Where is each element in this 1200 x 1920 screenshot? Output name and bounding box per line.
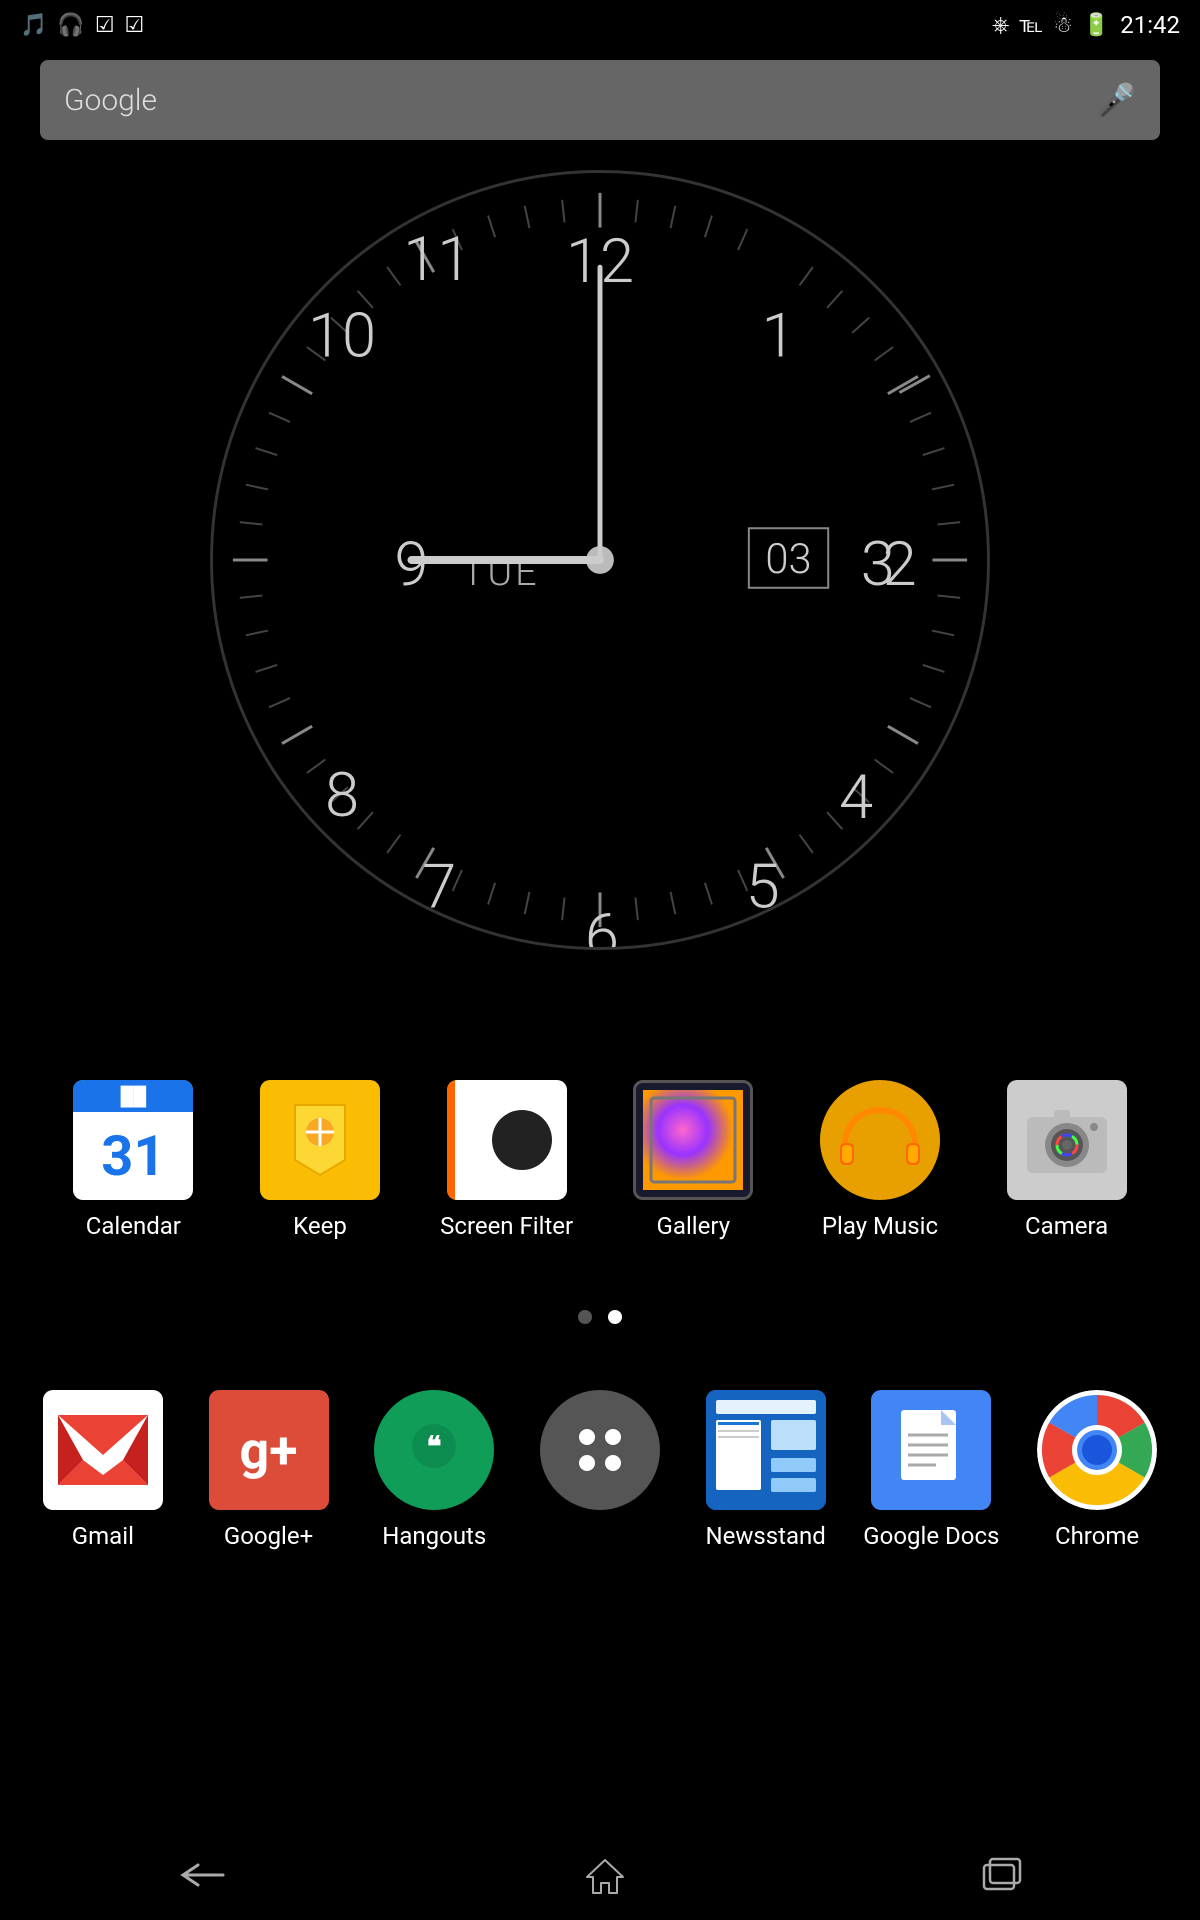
gplus-icon: g+: [209, 1390, 329, 1510]
screen-filter-icon: [447, 1080, 567, 1200]
svg-text:7: 7: [422, 851, 456, 923]
launcher-dots: [557, 1407, 643, 1493]
status-bar: 🎵 🎧 ☑ ☑ ‭⎈ ℡ ☃ 🔋 21:42: [0, 0, 1200, 50]
calendar-icon: ██ 31: [73, 1080, 193, 1200]
gmail-icon: [43, 1390, 163, 1510]
wifi-icon: ℡: [1019, 13, 1043, 38]
dock-gmail[interactable]: Gmail: [28, 1390, 178, 1550]
calendar-date: 31: [73, 1112, 193, 1200]
dot-1: [579, 1429, 595, 1445]
back-button[interactable]: [178, 1860, 228, 1890]
chrome-icon: [1037, 1390, 1157, 1510]
music-notification-icon: 🎵: [20, 13, 47, 38]
camera-label: Camera: [1025, 1212, 1108, 1240]
camera-icon: [1007, 1080, 1127, 1200]
launcher-label: ·: [597, 1522, 603, 1550]
hangouts-icon: ❝: [374, 1390, 494, 1510]
filter-circle: [492, 1110, 552, 1170]
status-icons-right: ‭⎈ ℡ ☃ 🔋 21:42: [992, 11, 1180, 39]
hangouts-label: Hangouts: [382, 1522, 486, 1550]
svg-text:4: 4: [839, 762, 873, 834]
gallery-icon: [633, 1080, 753, 1200]
app-camera[interactable]: Camera: [992, 1080, 1142, 1240]
play-music-label: Play Music: [822, 1212, 938, 1240]
calendar-header: ██: [73, 1080, 193, 1112]
orange-stripe: [447, 1080, 455, 1200]
home-button[interactable]: [585, 1855, 625, 1895]
keep-icon: [260, 1080, 380, 1200]
status-time: 21:42: [1120, 11, 1180, 39]
svg-text:3: 3: [861, 529, 895, 601]
recents-button[interactable]: [982, 1857, 1022, 1893]
calendar-label: Calendar: [86, 1212, 181, 1240]
app-gallery[interactable]: Gallery: [618, 1080, 768, 1240]
newsstand-icon: [706, 1390, 826, 1510]
app-calendar[interactable]: ██ 31 Calendar: [58, 1080, 208, 1240]
launcher-icon: [540, 1390, 660, 1510]
svg-text:11: 11: [403, 224, 471, 296]
svg-text:❝: ❝: [427, 1430, 442, 1463]
svg-text:9: 9: [394, 529, 428, 601]
task2-icon: ☑: [125, 13, 145, 38]
page-dots: [578, 1310, 622, 1324]
dock-docs[interactable]: Google Docs: [856, 1390, 1006, 1550]
clock-widget[interactable]: 12 1 2 03 3 4 5 6 7 8 9 TUE 10 11: [210, 170, 990, 950]
battery-icon: 🔋: [1083, 13, 1110, 38]
svg-text:5: 5: [746, 851, 780, 923]
docs-icon: [871, 1390, 991, 1510]
svg-text:8: 8: [325, 760, 359, 832]
bluetooth-icon: ‭⎈: [992, 13, 1010, 38]
dock: Gmail g+ Google+ ❝ Hangouts: [0, 1370, 1200, 1570]
gallery-label: Gallery: [657, 1212, 731, 1240]
status-icons-left: 🎵 🎧 ☑ ☑: [20, 13, 144, 38]
docs-label: Google Docs: [863, 1522, 999, 1550]
keep-label: Keep: [293, 1212, 347, 1240]
dock-gplus[interactable]: g+ Google+: [194, 1390, 344, 1550]
gplus-text: g+: [240, 1420, 298, 1481]
dot-2: [605, 1429, 621, 1445]
page-dot-1[interactable]: [578, 1310, 592, 1324]
nav-bar: [0, 1830, 1200, 1920]
dock-hangouts[interactable]: ❝ Hangouts: [359, 1390, 509, 1550]
app-grid: ██ 31 Calendar Keep Screen Filter: [0, 1060, 1200, 1260]
search-bar[interactable]: Google 🎤: [40, 60, 1160, 140]
app-screen-filter[interactable]: Screen Filter: [432, 1080, 582, 1240]
svg-text:03: 03: [765, 535, 811, 584]
svg-text:6: 6: [585, 901, 619, 947]
page-dot-2[interactable]: [608, 1310, 622, 1324]
chrome-label: Chrome: [1055, 1522, 1139, 1550]
app-play-music[interactable]: Play Music: [805, 1080, 955, 1240]
task-icon: ☑: [95, 13, 115, 38]
headphone-icon: 🎧: [57, 13, 84, 38]
gplus-label: Google+: [224, 1522, 313, 1550]
app-keep[interactable]: Keep: [245, 1080, 395, 1240]
dot-4: [605, 1455, 621, 1471]
dot-3: [579, 1455, 595, 1471]
screen-filter-label: Screen Filter: [440, 1212, 573, 1240]
dock-newsstand[interactable]: Newsstand: [691, 1390, 841, 1550]
play-music-icon: [820, 1080, 940, 1200]
svg-text:1: 1: [762, 301, 796, 373]
svg-text:10: 10: [308, 301, 376, 373]
mic-icon[interactable]: 🎤: [1096, 81, 1136, 119]
newsstand-label: Newsstand: [705, 1522, 825, 1550]
dock-chrome[interactable]: Chrome: [1022, 1390, 1172, 1550]
clock-face: 12 1 2 03 3 4 5 6 7 8 9 TUE 10 11: [210, 170, 990, 950]
gmail-label: Gmail: [72, 1522, 134, 1550]
dock-launcher[interactable]: ·: [525, 1390, 675, 1550]
search-label: Google: [64, 83, 157, 118]
signal-icon: ☃: [1053, 13, 1073, 38]
